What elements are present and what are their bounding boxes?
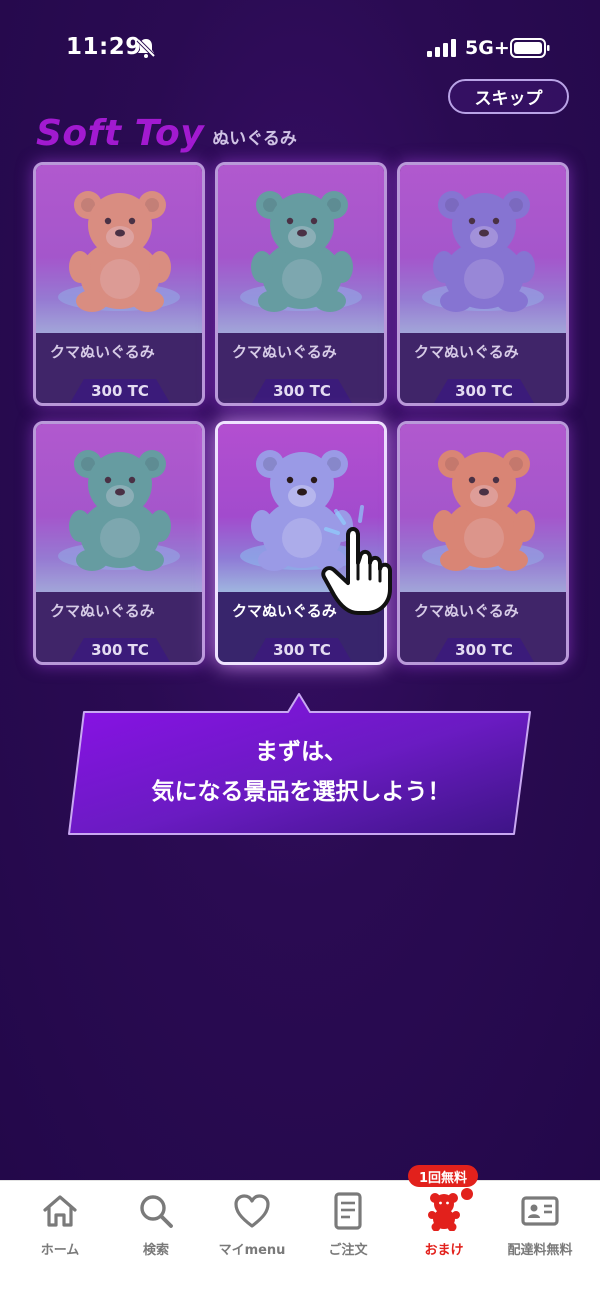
prize-price: 300 TC: [434, 638, 534, 662]
tooltip-line-2: 気になる景品を選択しよう！: [151, 779, 451, 805]
nav-free-delivery-label: 配達料無料: [507, 1243, 573, 1258]
id-card-icon: [521, 1196, 559, 1226]
prize-card[interactable]: クマぬいぐるみ 300 TC: [397, 421, 569, 665]
nav-my-menu[interactable]: マイmenu: [202, 1191, 302, 1271]
battery-icon: [510, 38, 550, 58]
prize-price: 300 TC: [252, 638, 352, 662]
omake-screen: 11:29 5G+ スキップ Soft Toy ぬいぐるみ クマぬいぐるみ 300…: [0, 0, 600, 1180]
prize-price: 300 TC: [434, 379, 534, 403]
nav-omake-label: おまけ: [424, 1243, 464, 1258]
tooltip-line-1: まずは、: [255, 739, 347, 765]
prize-name: クマぬいぐるみ: [50, 602, 155, 620]
prize-price: 300 TC: [70, 379, 170, 403]
card-dim-overlay: [400, 424, 566, 662]
title-japanese: ぬいぐるみ: [212, 129, 297, 149]
card-dim-overlay: [36, 165, 202, 403]
network-type: 5G+: [465, 37, 510, 59]
prize-name: クマぬいぐるみ: [414, 343, 519, 361]
card-dim-overlay: [400, 165, 566, 403]
prize-price: 300 TC: [252, 379, 352, 403]
mute-bell-icon: [136, 38, 156, 58]
prize-card[interactable]: クマぬいぐるみ 300 TC: [33, 421, 205, 665]
card-dim-overlay: [36, 424, 202, 662]
nav-free-delivery[interactable]: 配達料無料: [490, 1191, 590, 1271]
bottom-nav: ホーム 検索 マイmenu ご注文 おまけ 配達料無料: [0, 1180, 600, 1304]
nav-home-label: ホーム: [40, 1243, 80, 1258]
nav-my-menu-label: マイmenu: [218, 1243, 286, 1258]
nav-search-label: 検索: [142, 1243, 169, 1258]
tooltip-text: まずは、 気になる景品を選択しよう！: [66, 732, 536, 812]
nav-home[interactable]: ホーム: [10, 1191, 110, 1271]
signal-icon: [427, 39, 456, 57]
pointing-hand-icon: [321, 505, 392, 615]
nav-orders[interactable]: ご注文: [298, 1191, 398, 1271]
prize-name: クマぬいぐるみ: [232, 343, 337, 361]
prize-name: クマぬいぐるみ: [414, 602, 519, 620]
skip-button[interactable]: スキップ: [448, 79, 569, 114]
title-english: Soft Toy: [36, 113, 205, 154]
document-icon: [334, 1192, 362, 1230]
prize-card[interactable]: クマぬいぐるみ 300 TC: [397, 162, 569, 406]
search-icon: [140, 1195, 173, 1228]
home-icon: [43, 1195, 77, 1227]
nav-search[interactable]: 検索: [106, 1191, 206, 1271]
notification-dot: [461, 1188, 473, 1200]
prize-price: 300 TC: [70, 638, 170, 662]
nav-omake[interactable]: おまけ: [394, 1191, 494, 1271]
page-title: Soft Toy ぬいぐるみ: [36, 108, 297, 156]
prize-name: クマぬいぐるみ: [50, 343, 155, 361]
nav-orders-label: ご注文: [328, 1243, 368, 1258]
status-time: 11:29: [66, 34, 142, 60]
prize-card[interactable]: クマぬいぐるみ 300 TC: [33, 162, 205, 406]
tutorial-tooltip: まずは、 気になる景品を選択しよう！: [66, 692, 536, 840]
card-dim-overlay: [218, 165, 384, 403]
bear-icon: [428, 1193, 460, 1231]
free-once-badge: 1回無料: [408, 1165, 478, 1187]
heart-icon: [234, 1194, 270, 1228]
prize-card[interactable]: クマぬいぐるみ 300 TC: [215, 162, 387, 406]
